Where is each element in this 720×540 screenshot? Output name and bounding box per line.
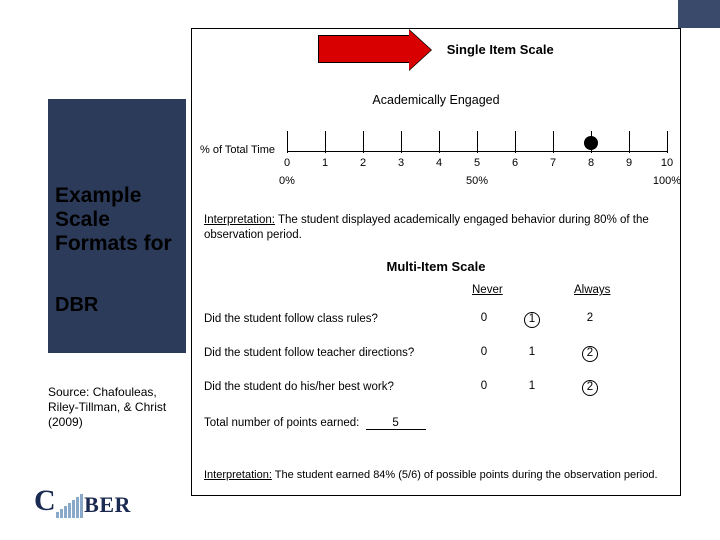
question-text: Did the student do his/her best work?: [204, 381, 668, 393]
logo-ber: BER: [84, 492, 131, 517]
red-arrow-icon: [318, 35, 410, 63]
anchor-0: 0%: [279, 175, 295, 187]
total-label: Total number of points earned:: [204, 417, 359, 429]
col-never: Never: [472, 284, 503, 296]
tick-label: 9: [626, 157, 632, 169]
tick-label: 2: [360, 157, 366, 169]
tick-label: 8: [588, 157, 594, 169]
anchor-100: 100%: [653, 175, 681, 187]
tick: [667, 131, 668, 153]
option-value: 2: [582, 380, 598, 396]
page-subtitle: DBR: [55, 294, 98, 317]
col-always: Always: [574, 284, 610, 296]
scale-label: Academically Engaged: [192, 93, 680, 107]
tick-label: 3: [398, 157, 404, 169]
tick: [439, 131, 440, 153]
corner-accent: [678, 0, 720, 28]
tick: [629, 131, 630, 153]
option-value: 1: [524, 312, 540, 328]
tick-label: 0: [284, 157, 290, 169]
logo-bars-icon: [56, 494, 84, 518]
tick-label: 4: [436, 157, 442, 169]
tick-label: 1: [322, 157, 328, 169]
anchor-50: 50%: [466, 175, 488, 187]
cber-logo: C BER: [34, 484, 131, 518]
option-value: 2: [587, 312, 593, 324]
tick: [401, 131, 402, 153]
source-citation: Source: Chafouleas, Riley-Tillman, & Chr…: [48, 385, 188, 430]
tick: [477, 131, 478, 153]
interp-label: Interpretation:: [204, 214, 275, 226]
selected-dot: [584, 136, 598, 150]
option-value: 1: [529, 346, 535, 358]
tick: [287, 131, 288, 153]
content-panel: Single Item Scale Academically Engaged %…: [191, 28, 681, 496]
tick: [363, 131, 364, 153]
logo-c: C: [34, 484, 56, 517]
question-text: Did the student follow class rules?: [204, 313, 668, 325]
total-value: 5: [366, 417, 426, 430]
option-value: 0: [481, 312, 487, 324]
multi-item-title: Multi-Item Scale: [192, 259, 680, 274]
interp2-label: Interpretation:: [204, 469, 272, 481]
tick: [553, 131, 554, 153]
tick-label: 10: [661, 157, 673, 169]
total-row: Total number of points earned: 5: [204, 417, 429, 430]
multi-item-interpretation: Interpretation: The student earned 84% (…: [204, 469, 668, 481]
option-value: 1: [529, 380, 535, 392]
tick-label: 6: [512, 157, 518, 169]
interp2-text: The student earned 84% (5/6) of possible…: [272, 469, 658, 481]
option-value: 0: [481, 346, 487, 358]
question-text: Did the student follow teacher direction…: [204, 347, 668, 359]
tick-label: 5: [474, 157, 480, 169]
y-axis-label: % of Total Time: [200, 144, 275, 156]
single-item-header: Single Item Scale: [192, 35, 680, 63]
tick: [325, 131, 326, 153]
single-item-title: Single Item Scale: [447, 42, 554, 57]
single-item-interpretation: Interpretation: The student displayed ac…: [204, 213, 668, 243]
tick: [515, 131, 516, 153]
option-value: 2: [582, 346, 598, 362]
tick-label: 7: [550, 157, 556, 169]
page-title: Example Scale Formats for: [55, 184, 185, 256]
option-value: 0: [481, 380, 487, 392]
